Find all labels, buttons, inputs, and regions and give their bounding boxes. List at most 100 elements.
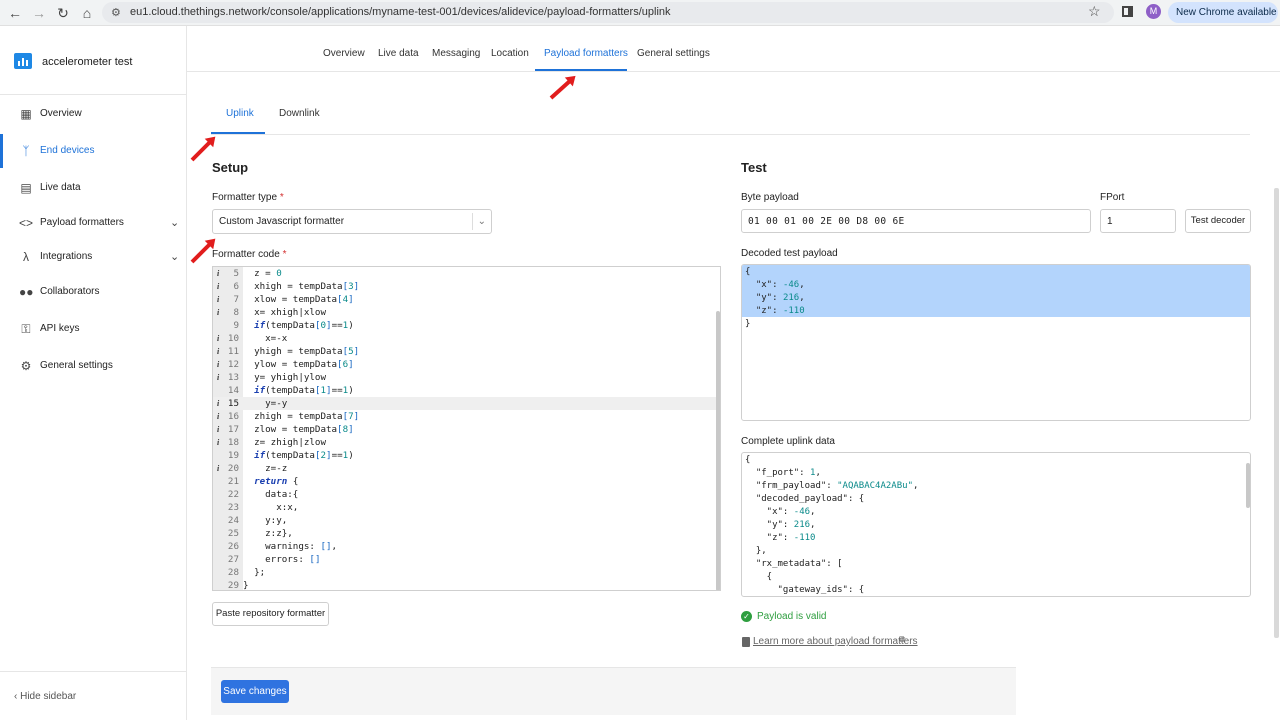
code-line[interactable]: i 18 z= zhigh|zlow [213, 436, 720, 449]
sidebar-divider [0, 671, 187, 672]
info-icon[interactable]: i [217, 397, 225, 410]
sidebar-divider [0, 94, 187, 95]
info-icon[interactable]: i [217, 345, 225, 358]
code-line[interactable]: 23 x:x, [213, 501, 720, 514]
code-line[interactable]: i 17 zlow = tempData[8] [213, 423, 720, 436]
info-icon[interactable]: i [217, 358, 225, 371]
info-icon[interactable]: i [217, 267, 225, 280]
code-line[interactable]: 14 if(tempData[1]==1) [213, 384, 720, 397]
json-line: } [745, 319, 751, 329]
code-line[interactable]: 27 errors: [] [213, 553, 720, 566]
line-number: 17 [227, 424, 239, 435]
code-editor[interactable]: i5 z = 0i6 xhigh = tempData[3] i 7 xlow = … [212, 266, 721, 591]
code-line[interactable]: 21 return { [213, 475, 720, 488]
chrome-update-button[interactable]: New Chrome available [1168, 2, 1278, 23]
sidebar-item-integrations[interactable]: λ Integrations ⌄ [0, 240, 187, 274]
side-panel-icon[interactable] [1122, 6, 1133, 17]
sidebar-item-end-devices[interactable]: ᛉ End devices [0, 134, 187, 168]
info-icon[interactable]: i [217, 462, 225, 475]
info-icon[interactable]: i [217, 410, 225, 423]
tab-overview[interactable]: Overview [323, 48, 365, 59]
byte-payload-input[interactable]: 01 00 01 00 2E 00 D8 00 6E [741, 209, 1091, 233]
code-line[interactable]: i6 xhigh = tempData[3] [213, 280, 720, 293]
site-info-icon[interactable]: ⚙ [111, 6, 121, 19]
hide-sidebar-button[interactable]: ‹ Hide sidebar [14, 691, 76, 702]
save-bar [211, 667, 1016, 715]
json-line: "frm_payload": "AQABAC4A2ABu", [745, 481, 919, 491]
formatter-type-select[interactable]: Custom Javascript formatter ⌄ [212, 209, 492, 234]
line-number: 16 [227, 411, 239, 422]
code-line[interactable]: i 13 y= yhigh|ylow [213, 371, 720, 384]
annotation-arrow-icon [190, 140, 212, 162]
json-line: { [745, 572, 773, 582]
tab-location[interactable]: Location [491, 48, 529, 59]
test-heading: Test [741, 160, 767, 175]
code-line[interactable]: i5 z = 0 [213, 267, 720, 280]
code-line[interactable]: i 15 y=-y [213, 397, 720, 410]
code-text: warnings: [], [243, 541, 338, 552]
info-icon[interactable]: i [217, 280, 225, 293]
code-line[interactable]: 9 if(tempData[0]==1) [213, 319, 720, 332]
code-text: x=-x [243, 333, 288, 344]
code-line[interactable]: i 20 z=-z [213, 462, 720, 475]
code-line[interactable]: i8 x= xhigh|xlow [213, 306, 720, 319]
json-line: "z": -110 [745, 306, 805, 316]
forward-icon[interactable]: → [30, 4, 48, 22]
info-icon[interactable]: i [217, 436, 225, 449]
bookmark-star-icon[interactable]: ☆ [1088, 3, 1101, 20]
page-scrollbar[interactable] [1274, 188, 1279, 638]
home-icon[interactable]: ⌂ [78, 4, 96, 22]
external-link-icon[interactable]: ⧉ [899, 634, 905, 645]
chevron-down-icon: ⌄ [477, 216, 486, 227]
code-line[interactable]: 25 z:z}, [213, 527, 720, 540]
address-bar[interactable]: ⚙ eu1.cloud.thethings.network/console/ap… [102, 2, 1114, 23]
sidebar-item-overview[interactable]: ▦ Overview [0, 97, 187, 131]
code-line[interactable]: i 10 x=-x [213, 332, 720, 345]
info-icon[interactable]: i [217, 306, 225, 319]
back-icon[interactable]: ← [6, 4, 24, 22]
code-line[interactable]: i7 xlow = tempData[4] [213, 293, 720, 306]
tab-live-data[interactable]: Live data [378, 48, 419, 59]
info-icon[interactable]: i [217, 371, 225, 384]
fport-input[interactable]: 1 [1100, 209, 1176, 233]
decoded-payload-output[interactable]: { "x": -46, "y": 216, "z": -110} [741, 264, 1251, 421]
select-divider [472, 213, 473, 230]
sidebar-item-collaborators[interactable]: ●● Collaborators [0, 275, 187, 309]
editor-scrollbar[interactable] [716, 311, 720, 590]
test-decoder-button[interactable]: Test decoder [1185, 209, 1251, 233]
code-line[interactable]: i 11 yhigh = tempData[5] [213, 345, 720, 358]
line-number: 27 [227, 554, 239, 565]
code-line[interactable]: 22 data:{ [213, 488, 720, 501]
sidebar-item-live-data[interactable]: ▤ Live data [0, 171, 187, 205]
code-text: if(tempData[1]==1) [254, 385, 354, 396]
profile-avatar[interactable]: M [1146, 4, 1161, 19]
learn-more-link[interactable]: Learn more about payload formatters [753, 636, 918, 647]
tab-uplink[interactable]: Uplink [226, 108, 254, 119]
save-changes-button[interactable]: Save changes [221, 680, 289, 703]
code-line[interactable]: 29} [213, 579, 720, 590]
required-mark: * [282, 249, 287, 260]
tab-downlink[interactable]: Downlink [279, 108, 320, 119]
paste-repository-formatter-button[interactable]: Paste repository formatter [212, 602, 329, 626]
info-icon[interactable]: i [217, 423, 225, 436]
uplink-scrollbar[interactable] [1246, 463, 1250, 508]
key-icon: ⚿ [21, 322, 31, 336]
tab-general-settings[interactable]: General settings [637, 48, 710, 59]
complete-uplink-output[interactable]: { "f_port": 1, "frm_payload": "AQABAC4A2… [741, 452, 1251, 597]
info-icon[interactable]: i [217, 332, 225, 345]
info-icon[interactable]: i [217, 293, 225, 306]
code-text: zlow = tempData[8] [243, 424, 354, 435]
tab-payload-formatters[interactable]: Payload formatters [544, 48, 628, 59]
url-text[interactable]: eu1.cloud.thethings.network/console/appl… [130, 6, 671, 18]
code-line[interactable]: i 16 zhigh = tempData[7] [213, 410, 720, 423]
code-line[interactable]: 26 warnings: [], [213, 540, 720, 553]
code-line[interactable]: 19 if(tempData[2]==1) [213, 449, 720, 462]
reload-icon[interactable]: ↻ [54, 4, 72, 22]
code-line[interactable]: i 12 ylow = tempData[6] [213, 358, 720, 371]
code-line[interactable]: 28 }; [213, 566, 720, 579]
sidebar-item-payload-formatters[interactable]: <> Payload formatters ⌄ [0, 206, 187, 240]
code-line[interactable]: 24 y:y, [213, 514, 720, 527]
sidebar-item-general-settings[interactable]: ⚙ General settings [0, 349, 187, 383]
tab-messaging[interactable]: Messaging [432, 48, 480, 59]
sidebar-item-api-keys[interactable]: ⚿ API keys [0, 312, 187, 346]
